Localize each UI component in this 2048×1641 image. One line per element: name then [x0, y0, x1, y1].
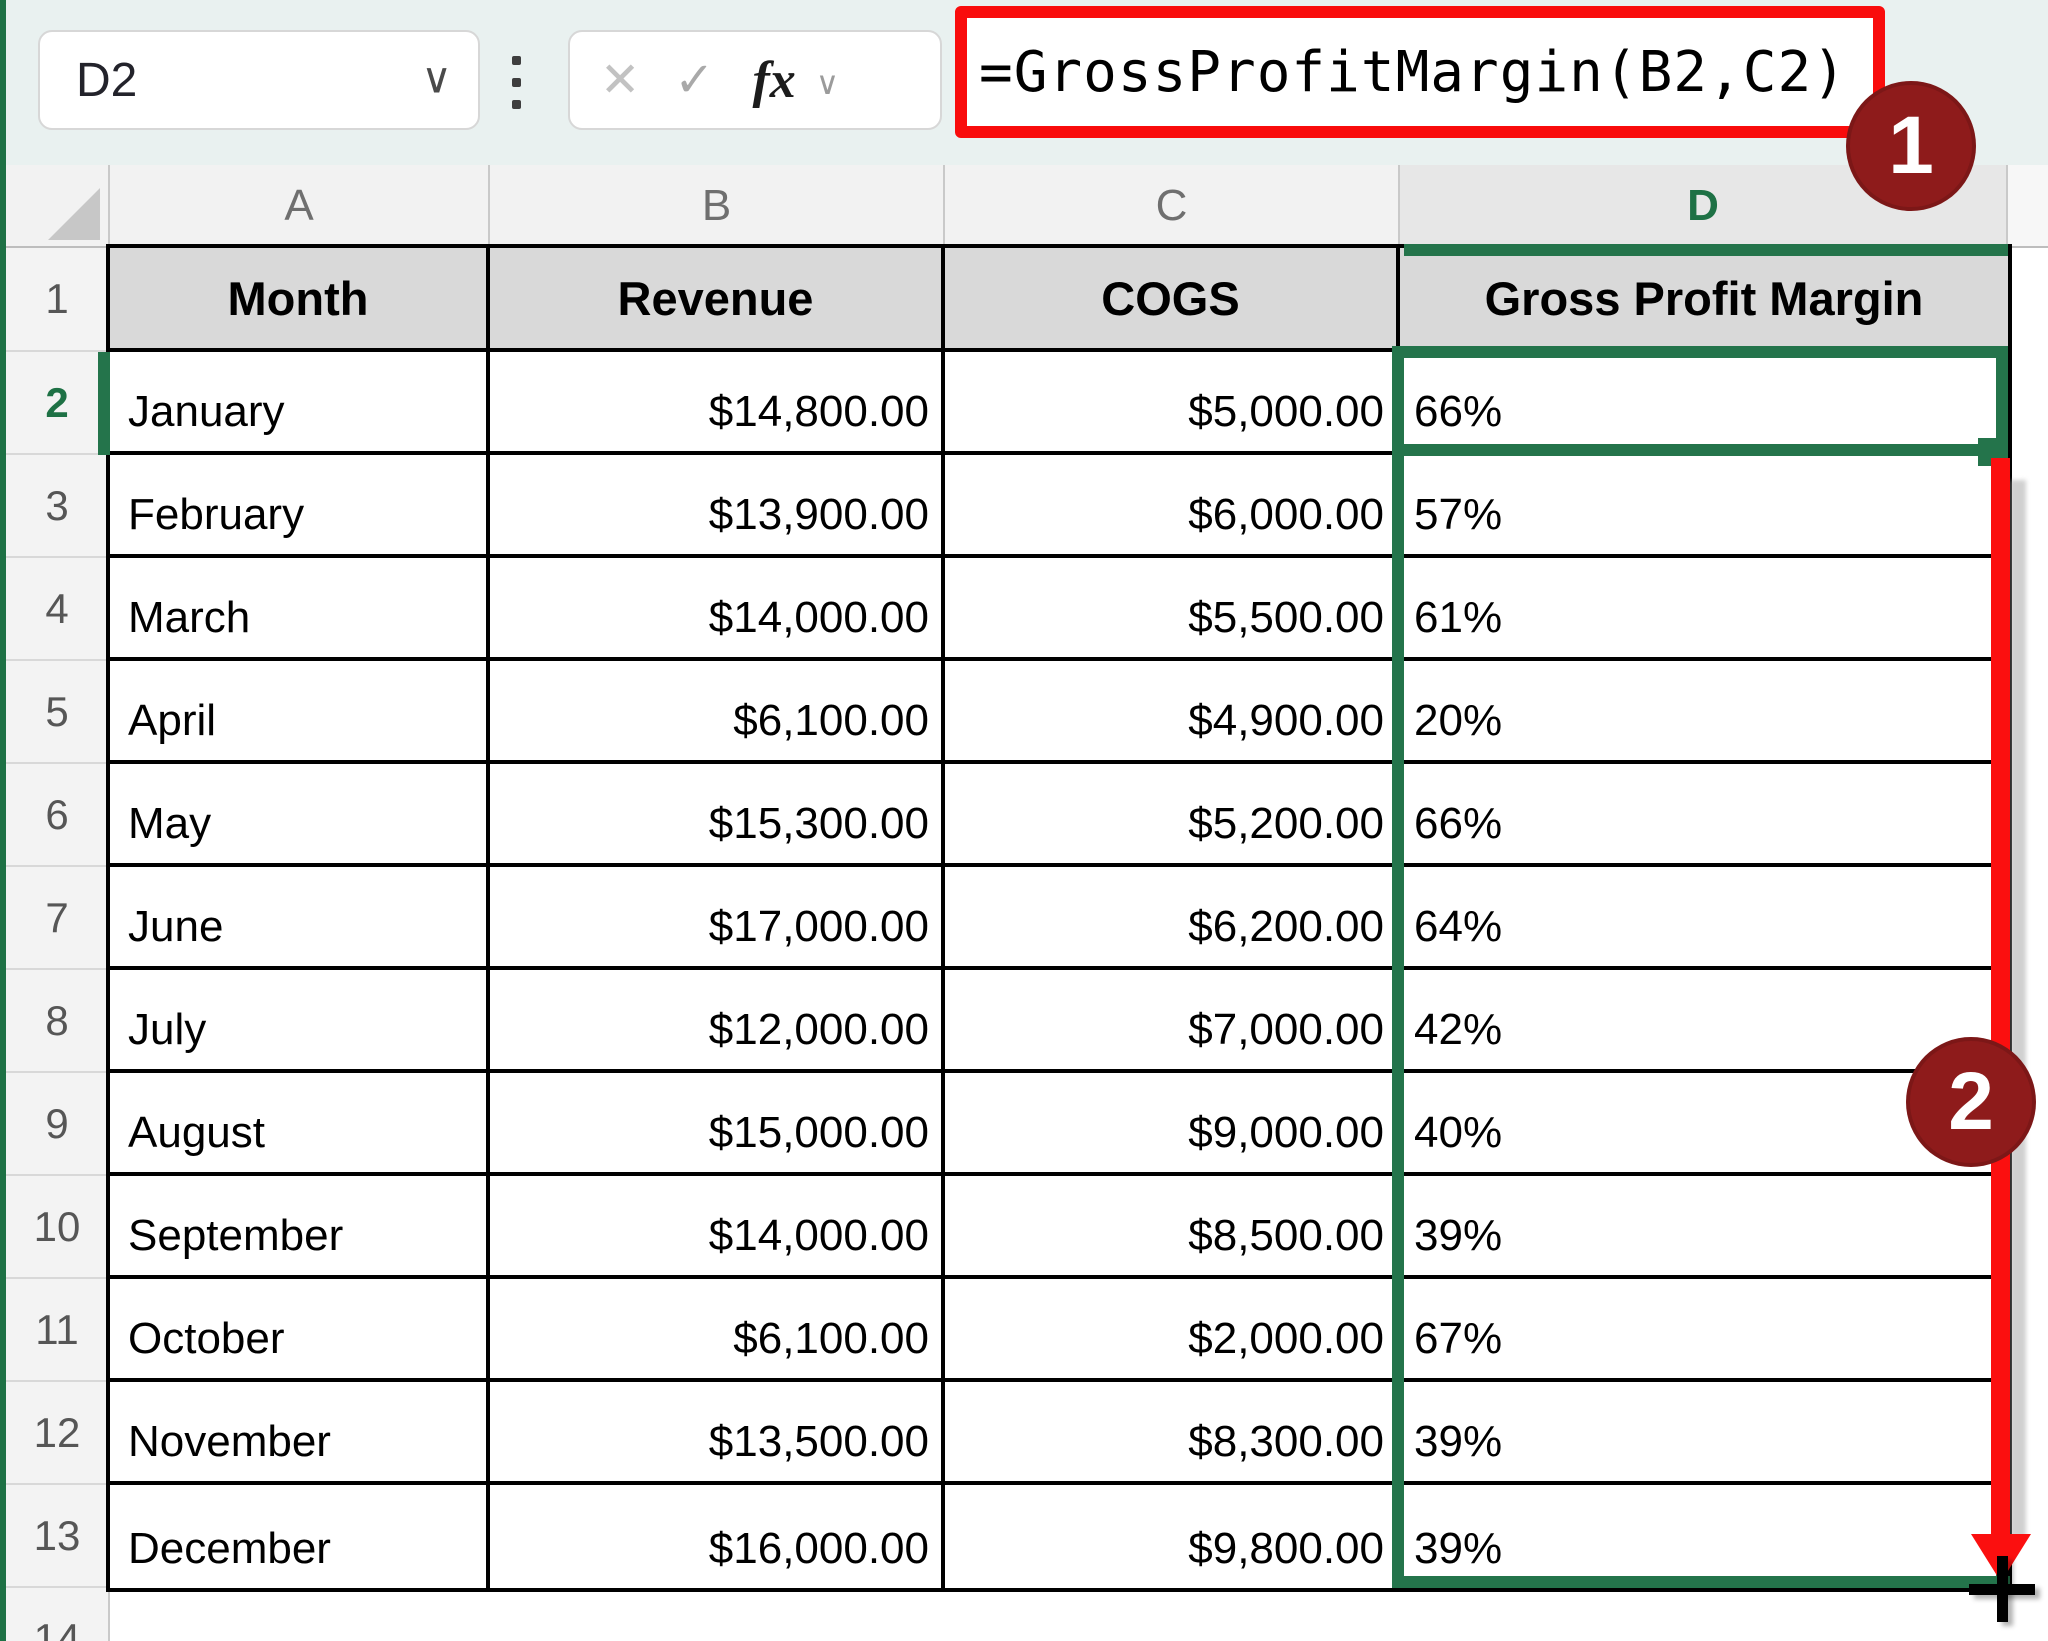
cell-d5[interactable]: 20% — [1400, 661, 2008, 764]
cell-d2-active[interactable]: 66% — [1400, 352, 2008, 455]
active-cell-border-top — [1392, 346, 2008, 358]
cell-b8[interactable]: $12,000.00 — [490, 970, 945, 1073]
cell-a9[interactable]: August — [110, 1073, 490, 1176]
selection-border-top — [1404, 244, 2008, 256]
active-cell-border-bottom — [1392, 444, 1982, 456]
cell-d8[interactable]: 42% — [1400, 970, 2008, 1073]
cell-a7[interactable]: June — [110, 867, 490, 970]
cell-b10[interactable]: $14,000.00 — [490, 1176, 945, 1279]
cell-c13[interactable]: $9,800.00 — [945, 1485, 1400, 1588]
column-header-a[interactable]: A — [110, 165, 490, 246]
cell-d13[interactable]: 39% — [1400, 1485, 2008, 1588]
name-box-value: D2 — [40, 53, 137, 108]
row-header-10[interactable]: 10 — [6, 1176, 108, 1279]
row-header-8[interactable]: 8 — [6, 970, 108, 1073]
chevron-down-icon[interactable]: ∨ — [421, 54, 452, 103]
cell-c12[interactable]: $8,300.00 — [945, 1382, 1400, 1485]
cell-c6[interactable]: $5,200.00 — [945, 764, 1400, 867]
cell-d11[interactable]: 67% — [1400, 1279, 2008, 1382]
cell-b12[interactable]: $13,500.00 — [490, 1382, 945, 1485]
cell-b5[interactable]: $6,100.00 — [490, 661, 945, 764]
cell-d6[interactable]: 66% — [1400, 764, 2008, 867]
cell-a10[interactable]: September — [110, 1176, 490, 1279]
cell-d7[interactable]: 64% — [1400, 867, 2008, 970]
cell-c3[interactable]: $6,000.00 — [945, 455, 1400, 558]
arrow-shadow — [2010, 480, 2026, 1538]
cell-a13[interactable]: December — [110, 1485, 490, 1588]
cell-d3[interactable]: 57% — [1400, 455, 2008, 558]
cancel-icon[interactable]: ✕ — [600, 52, 640, 108]
cell-c5[interactable]: $4,900.00 — [945, 661, 1400, 764]
cell-a8[interactable]: July — [110, 970, 490, 1073]
cell-d10[interactable]: 39% — [1400, 1176, 2008, 1279]
row-header-9[interactable]: 9 — [6, 1073, 108, 1176]
formula-action-group: ✕ ✓ fx ∨ — [568, 30, 942, 130]
cell-a5[interactable]: April — [110, 661, 490, 764]
cell-a4[interactable]: March — [110, 558, 490, 661]
row-header-14[interactable]: 14 — [6, 1588, 108, 1641]
callout-badge-1: 1 — [1846, 81, 1976, 211]
column-header-strip: A B C D — [0, 165, 2048, 248]
chevron-down-icon[interactable]: ∨ — [816, 64, 839, 102]
fill-drag-arrow-line — [1991, 458, 2010, 1536]
cell-b3[interactable]: $13,900.00 — [490, 455, 945, 558]
row-header-1[interactable]: 1 — [6, 248, 108, 352]
cell-c2[interactable]: $5,000.00 — [945, 352, 1400, 455]
window-left-edge — [0, 0, 6, 1641]
enter-icon[interactable]: ✓ — [674, 52, 714, 108]
cell-b6[interactable]: $15,300.00 — [490, 764, 945, 867]
selection-border-bottom — [1392, 1576, 2010, 1588]
fill-handle-cursor-icon — [1969, 1556, 2035, 1622]
cell-d4[interactable]: 61% — [1400, 558, 2008, 661]
formula-toolbar: D2 ∨ ✕ ✓ fx ∨ =GrossProfitMargin(B2,C2) — [0, 0, 2048, 167]
cell-b2[interactable]: $14,800.00 — [490, 352, 945, 455]
cell-d12[interactable]: 39% — [1400, 1382, 2008, 1485]
excel-spreadsheet-screenshot: D2 ∨ ✕ ✓ fx ∨ =GrossProfitMargin(B2,C2) … — [0, 0, 2048, 1641]
column-header-b[interactable]: B — [490, 165, 945, 246]
row-header-11[interactable]: 11 — [6, 1279, 108, 1382]
cell-b9[interactable]: $15,000.00 — [490, 1073, 945, 1176]
row-header-6[interactable]: 6 — [6, 764, 108, 867]
row-2-selection-accent — [98, 352, 110, 455]
cell-a11[interactable]: October — [110, 1279, 490, 1382]
name-box[interactable]: D2 ∨ — [38, 30, 480, 130]
cell-c11[interactable]: $2,000.00 — [945, 1279, 1400, 1382]
row-header-4[interactable]: 4 — [6, 558, 108, 661]
cell-c4[interactable]: $5,500.00 — [945, 558, 1400, 661]
row-number-gutter: 1 2 3 4 5 6 7 8 9 10 11 12 13 14 — [6, 248, 110, 1641]
cell-c9[interactable]: $9,000.00 — [945, 1073, 1400, 1176]
cell-a3[interactable]: February — [110, 455, 490, 558]
header-cell-gpm[interactable]: Gross Profit Margin — [1400, 248, 2008, 352]
cell-b11[interactable]: $6,100.00 — [490, 1279, 945, 1382]
select-all-triangle-icon — [48, 188, 100, 240]
cell-b13[interactable]: $16,000.00 — [490, 1485, 945, 1588]
cell-c10[interactable]: $8,500.00 — [945, 1176, 1400, 1279]
callout-badge-2: 2 — [1906, 1037, 2036, 1167]
header-cell-revenue[interactable]: Revenue — [490, 248, 945, 352]
formula-text: =GrossProfitMargin(B2,C2) — [967, 40, 1847, 105]
row-header-13[interactable]: 13 — [6, 1485, 108, 1588]
cell-a2[interactable]: January — [110, 352, 490, 455]
selection-border-left — [1392, 346, 1404, 1588]
row-header-2[interactable]: 2 — [6, 352, 108, 455]
cell-a12[interactable]: November — [110, 1382, 490, 1485]
select-all-button[interactable] — [0, 165, 110, 246]
cell-c8[interactable]: $7,000.00 — [945, 970, 1400, 1073]
header-cell-cogs[interactable]: COGS — [945, 248, 1400, 352]
row-header-5[interactable]: 5 — [6, 661, 108, 764]
formula-bar[interactable]: =GrossProfitMargin(B2,C2) — [955, 6, 1885, 138]
cell-a6[interactable]: May — [110, 764, 490, 867]
row-header-7[interactable]: 7 — [6, 867, 108, 970]
cell-b7[interactable]: $17,000.00 — [490, 867, 945, 970]
row-header-3[interactable]: 3 — [6, 455, 108, 558]
cell-c7[interactable]: $6,200.00 — [945, 867, 1400, 970]
column-strip-filler — [2008, 165, 2048, 246]
column-header-c[interactable]: C — [945, 165, 1400, 246]
header-cell-month[interactable]: Month — [110, 248, 490, 352]
ellipsis-divider-icon — [512, 56, 521, 109]
row-header-12[interactable]: 12 — [6, 1382, 108, 1485]
insert-function-icon[interactable]: fx — [752, 51, 795, 110]
cell-b4[interactable]: $14,000.00 — [490, 558, 945, 661]
